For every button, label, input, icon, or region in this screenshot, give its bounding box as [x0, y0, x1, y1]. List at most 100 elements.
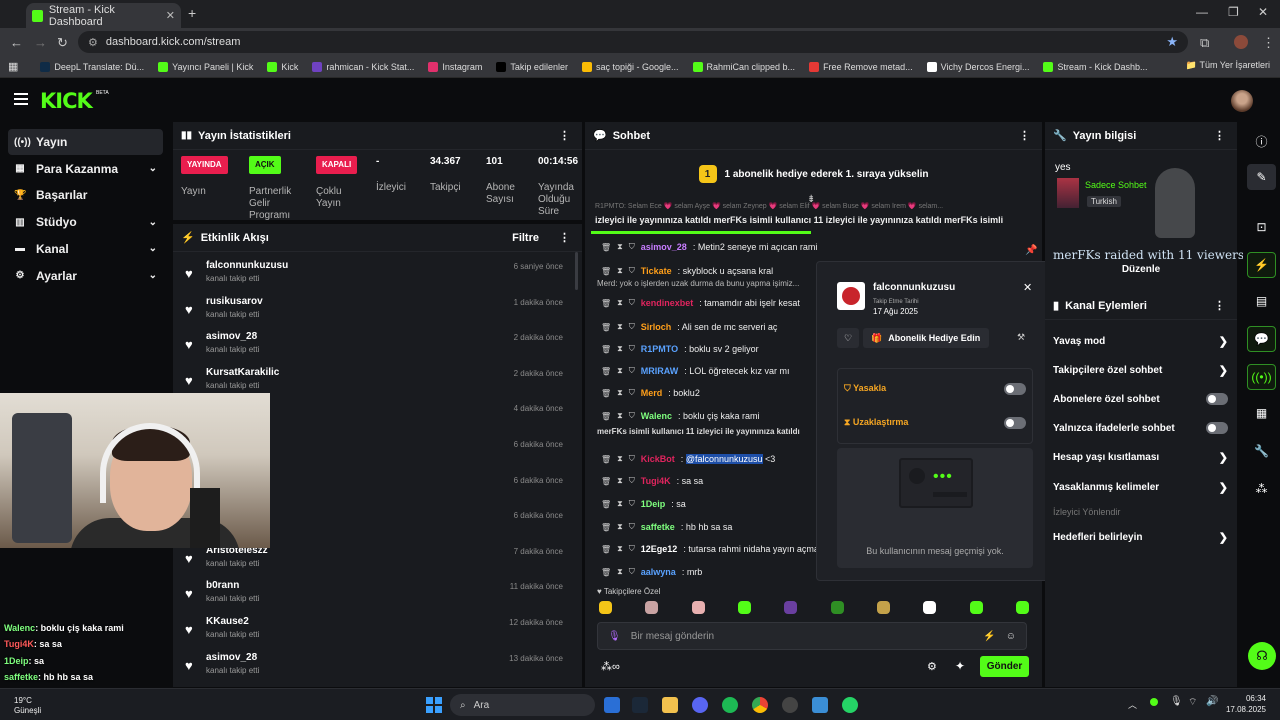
system-clock[interactable]: 06:34 17.08.2025	[1226, 693, 1266, 715]
chat-username[interactable]: KickBot	[641, 454, 675, 464]
timeout-icon[interactable]: ⧗	[617, 567, 623, 577]
chat-message[interactable]: 🗑 ⧗ ⛉ Merd: boklu2	[601, 388, 700, 398]
restore-icon[interactable]: ❐	[1228, 5, 1239, 19]
edit-icon[interactable]: ✎	[1247, 164, 1276, 190]
emote-icon[interactable]	[691, 601, 705, 614]
sidebar-item-3[interactable]: ▥ Stüdyo ⌄	[8, 209, 163, 235]
bookmark-item[interactable]: RahmiCan clipped b...	[692, 61, 795, 72]
chat-username[interactable]: Tugi4K	[641, 476, 671, 486]
chevron-down-icon[interactable]: ⌄	[149, 163, 157, 174]
delete-icon[interactable]: 🗑	[601, 299, 611, 308]
chat-message[interactable]: 🗑 ⧗ ⛉ aalwyna: mrb	[601, 567, 702, 577]
site-info-icon[interactable]: ⚙	[88, 36, 98, 49]
chat-message[interactable]: 🗑 ⧗ ⛉ 1Deip: sa	[601, 499, 686, 509]
minimize-icon[interactable]: —	[1196, 5, 1208, 19]
chat-message[interactable]: 🗑 ⧗ ⛉ Walenc: boklu çiş kaka rami	[601, 411, 760, 421]
ban-icon[interactable]: ⛉	[629, 476, 635, 486]
activity-username[interactable]: b0rann	[206, 580, 239, 591]
ban-icon[interactable]: ⛉	[629, 322, 635, 332]
chat-message[interactable]: 🗑 ⧗ ⛉ 12Ege12: tutarsa rahmi nidaha yayın a…	[601, 544, 819, 554]
tray-chevron-icon[interactable]: ︿	[1128, 698, 1137, 711]
activity-username[interactable]: asimov_28	[206, 331, 257, 342]
chat-username[interactable]: Tickate	[641, 266, 672, 276]
chat-mention[interactable]: @falconnunkuzusu	[685, 454, 763, 464]
chat-message[interactable]: 🗑 ⧗ ⛉ saffetke: hb hb sa sa	[601, 522, 732, 532]
channel-action-toggle[interactable]	[1206, 393, 1228, 405]
document-icon[interactable]: ▤	[1247, 288, 1276, 314]
emote-icon[interactable]	[1015, 601, 1029, 614]
new-tab-icon[interactable]: +	[188, 5, 196, 21]
channel-action-row[interactable]: Yalnızca ifadelerle sohbet	[1053, 419, 1228, 437]
delete-icon[interactable]: 🗑	[601, 323, 611, 332]
timeout-icon[interactable]: ⧗	[617, 266, 623, 276]
emote-icon[interactable]	[599, 601, 612, 614]
channel-action-row[interactable]: Takipçilere özel sohbet ❯	[1053, 361, 1228, 379]
bolt-rail-icon[interactable]: ⚡	[1247, 252, 1276, 278]
activity-username[interactable]: KKause2	[206, 616, 249, 627]
chat-username[interactable]: 12Ege12	[641, 544, 678, 554]
timeout-icon[interactable]: ⧗	[617, 522, 623, 532]
kick-logo[interactable]: KICK	[40, 89, 93, 113]
ban-icon[interactable]: ⛉	[629, 366, 635, 376]
tray-mic-icon[interactable]: 🎙	[1170, 696, 1183, 707]
back-icon[interactable]: ←	[10, 35, 23, 50]
chat-message[interactable]: 🗑 ⧗ ⛉ kendinexbet: tamamdır abi işelr kesat	[601, 298, 800, 308]
volume-icon[interactable]: 🔊	[1206, 696, 1218, 707]
emote-icon[interactable]	[830, 601, 844, 614]
activity-item[interactable]: ♥ asimov_28 kanalı takip etti 2 dakika önce	[173, 327, 573, 363]
bookmark-item[interactable]: Free Remove metad...	[809, 61, 913, 72]
chevron-right-icon[interactable]: ❯	[1219, 335, 1228, 348]
ban-icon[interactable]: ⛉	[629, 544, 635, 554]
chat-message[interactable]: 🗑 ⧗ ⛉ asimov_28: Metin2 seneye mi açıcan ra…	[601, 242, 817, 252]
ban-icon[interactable]: ⛉	[629, 454, 635, 464]
ban-toggle[interactable]	[1004, 383, 1026, 395]
ban-icon[interactable]: ⛉	[629, 242, 635, 252]
support-chat-icon[interactable]: ☊	[1248, 642, 1276, 670]
chat-username[interactable]: saffetke	[641, 522, 675, 532]
timeout-icon[interactable]: ⧗	[617, 411, 623, 421]
info-icon[interactable]: ⓘ	[1247, 128, 1276, 154]
chat-message[interactable]: 🗑 ⧗ ⛉ R1PMTO: boklu sv 2 geliyor	[601, 344, 759, 354]
browser-tab[interactable]: Stream - Kick Dashboard ✕	[26, 3, 181, 28]
chat-input[interactable]: 🎙 Bir mesaj gönderin ⚡ ☺	[597, 622, 1027, 650]
delete-icon[interactable]: 🗑	[601, 568, 611, 577]
chat-settings-icon[interactable]: ⚙	[927, 660, 937, 673]
bookmark-item[interactable]: Instagram	[428, 61, 482, 72]
forward-icon[interactable]: →	[34, 35, 47, 50]
delete-icon[interactable]: 🗑	[601, 500, 611, 509]
chat-message[interactable]: 🗑 ⧗ ⛉ KickBot: @falconnunkuzusu <3	[601, 454, 775, 464]
mic-icon[interactable]: 🎙	[608, 631, 621, 642]
activity-menu-icon[interactable]: ⋮	[559, 231, 570, 244]
channel-action-row[interactable]: Yavaş mod ❯	[1053, 332, 1228, 350]
channel-action-row[interactable]: Hesap yaşı kısıtlaması ❯	[1053, 448, 1228, 466]
activity-username[interactable]: KursatKarakilic	[206, 367, 279, 378]
sidebar-item-2[interactable]: 🏆 Başarılar	[8, 182, 163, 208]
activity-item[interactable]: ♥ b0rann kanalı takip etti 11 dakika önce	[173, 576, 573, 612]
widgets-icon[interactable]	[604, 697, 620, 713]
wifi-icon[interactable]: ⌔	[1188, 696, 1197, 709]
chevron-right-icon[interactable]: ❯	[1219, 451, 1228, 464]
stats-menu-icon[interactable]: ⋮	[559, 129, 570, 142]
menu-icon[interactable]	[14, 93, 28, 105]
activity-username[interactable]: rusikusarov	[206, 296, 263, 307]
tools-icon[interactable]: 🔧	[1247, 438, 1276, 464]
app-icon[interactable]	[812, 697, 828, 713]
bookmark-item[interactable]: saç topiği - Google...	[581, 61, 679, 72]
chat-username[interactable]: Sirloch	[641, 322, 672, 332]
delete-icon[interactable]: 🗑	[601, 523, 611, 532]
activity-item[interactable]: ♥ rusikusarov kanalı takip etti 1 dakika ön…	[173, 292, 573, 328]
pinned-goal[interactable]: 1 1 abonelik hediye ederek 1. sıraya yük…	[585, 152, 1042, 196]
chat-message[interactable]: 🗑 ⧗ ⛉ Tickate: skyblock u açsana kral	[601, 266, 773, 276]
chat-message[interactable]: 🗑 ⧗ ⛉ Sirloch: Ali sen de mc serveri aç	[601, 322, 777, 332]
steam-icon[interactable]	[632, 697, 648, 713]
discord-icon[interactable]	[692, 697, 708, 713]
weather-widget[interactable]: 19°C Güneşli	[14, 696, 41, 716]
timeout-icon[interactable]: ⧗	[617, 544, 623, 554]
grid-dots-icon[interactable]: ⁂	[1247, 476, 1276, 502]
user-avatar[interactable]	[1231, 90, 1253, 112]
delete-icon[interactable]: 🗑	[601, 545, 611, 554]
chevron-down-icon[interactable]: ⌄	[149, 217, 157, 228]
ban-icon[interactable]: ⛉	[629, 499, 635, 509]
timeout-toggle[interactable]	[1004, 417, 1026, 429]
bookmark-star-icon[interactable]: ★	[1166, 34, 1178, 50]
